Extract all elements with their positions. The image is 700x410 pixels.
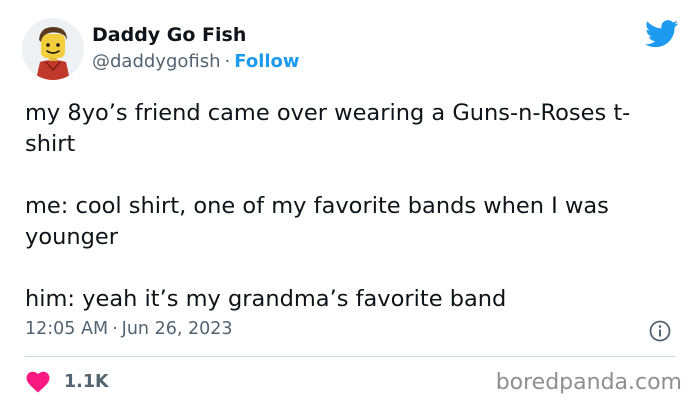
tweet-paragraph: me: cool shirt, one of my favorite bands… xyxy=(25,193,609,250)
avatar[interactable] xyxy=(22,18,84,80)
tweet-timestamp[interactable]: 12:05 AM · Jun 26, 2023 xyxy=(25,319,233,339)
follow-button[interactable]: Follow xyxy=(234,51,299,72)
tweet-time: 12:05 AM xyxy=(25,319,109,339)
twitter-bird-icon[interactable] xyxy=(645,20,679,48)
like-count: 1.1K xyxy=(64,372,109,392)
tweet-date: Jun 26, 2023 xyxy=(121,319,233,339)
like-button[interactable]: 1.1K xyxy=(26,368,109,396)
lego-minifigure-avatar-icon xyxy=(22,18,84,80)
heart-icon xyxy=(26,371,50,393)
author-name[interactable]: Daddy Go Fish xyxy=(92,24,246,46)
author-handle-row: @daddygofish · Follow xyxy=(92,51,300,72)
tweet-card: Daddy Go Fish @daddygofish · Follow my 8yo… xyxy=(0,0,700,410)
watermark: boredpanda.com xyxy=(495,370,682,395)
divider xyxy=(25,356,675,357)
tweet-text: my 8yo’s friend came over wearing a Guns… xyxy=(25,98,675,315)
info-icon[interactable] xyxy=(649,320,671,342)
tweet-paragraph: my 8yo’s friend came over wearing a Guns… xyxy=(25,100,631,157)
author-handle[interactable]: @daddygofish xyxy=(92,51,221,72)
tweet-paragraph: him: yeah it’s my grandma’s favorite ban… xyxy=(25,286,507,312)
timestamp-separator: · xyxy=(112,319,118,339)
handle-separator: · xyxy=(224,51,231,72)
